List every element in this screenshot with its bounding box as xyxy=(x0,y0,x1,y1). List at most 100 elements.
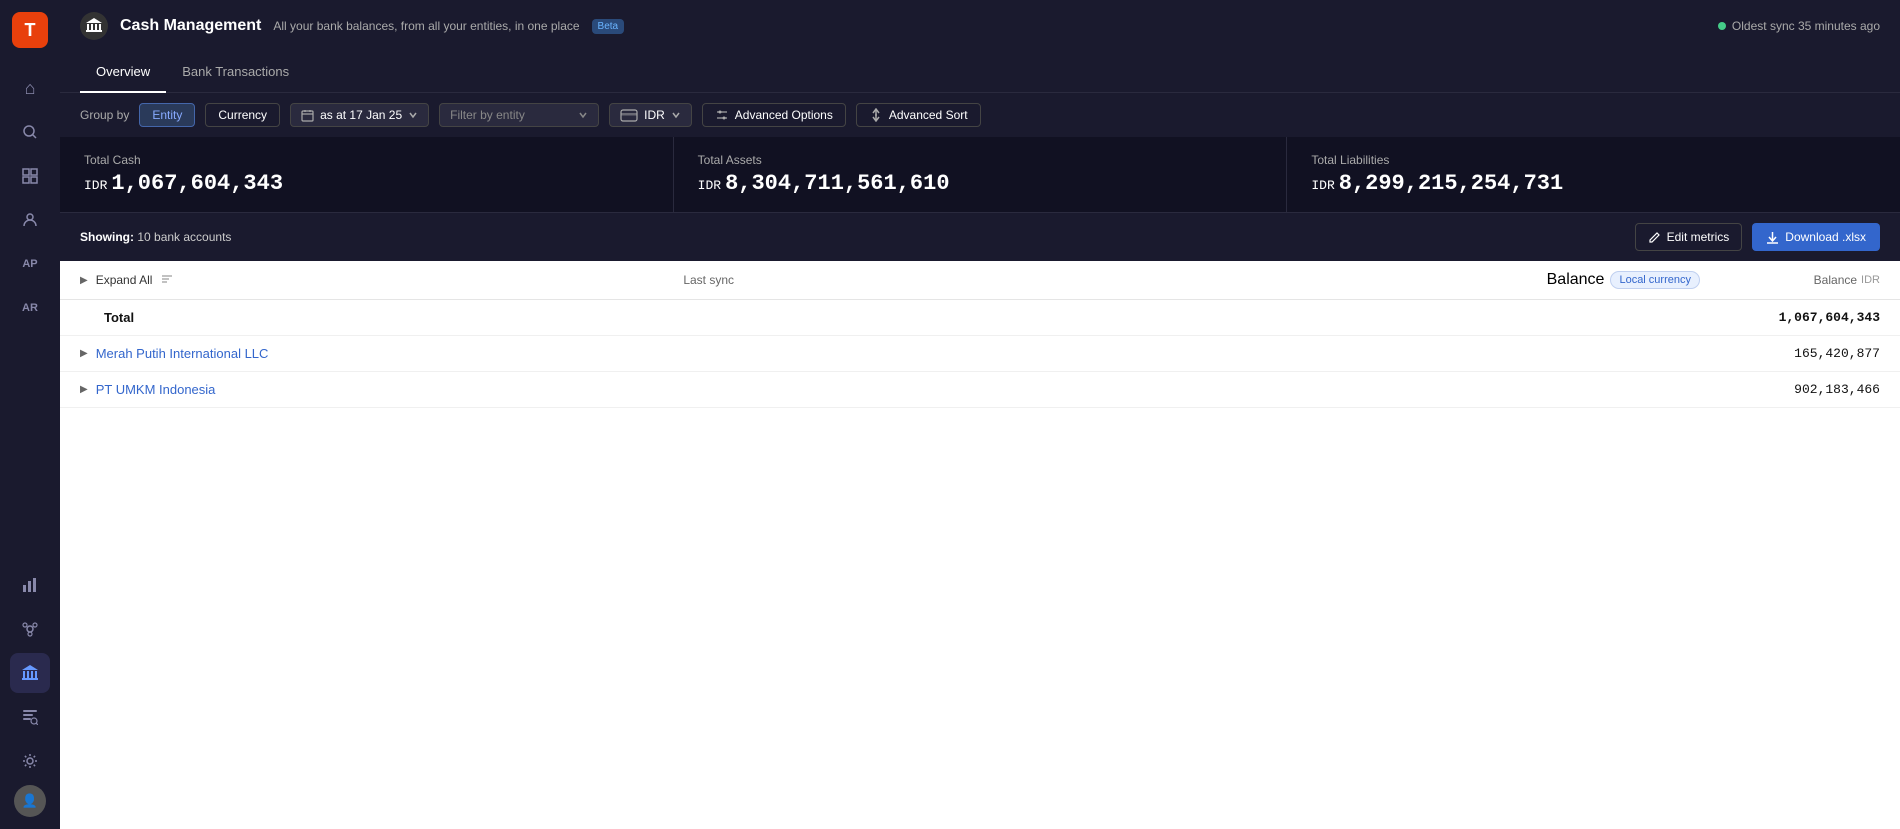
advanced-sort-label: Advanced Sort xyxy=(889,108,968,122)
showing-label: Showing: xyxy=(80,230,134,244)
metric-total-liabilities: Total Liabilities IDR8,299,215,254,731 xyxy=(1287,137,1900,212)
page-subtitle: All your bank balances, from all your en… xyxy=(273,19,579,33)
filter-placeholder: Filter by entity xyxy=(450,108,572,122)
group-by-currency-button[interactable]: Currency xyxy=(205,103,280,127)
analytics-icon xyxy=(22,577,38,593)
download-label: Download .xlsx xyxy=(1785,230,1866,244)
date-value: as at 17 Jan 25 xyxy=(320,108,402,122)
expand-all-label[interactable]: Expand All xyxy=(96,273,153,287)
row-entity2-balance: 902,183,466 xyxy=(1720,382,1880,397)
col-sort-icon[interactable] xyxy=(160,272,174,289)
sort-icon xyxy=(869,108,883,122)
showing-value: 10 bank accounts xyxy=(137,230,231,244)
metric-total-assets-value: IDR8,304,711,561,610 xyxy=(698,171,1263,196)
sidebar-item-home[interactable]: ⌂ xyxy=(10,68,50,108)
date-filter[interactable]: as at 17 Jan 25 xyxy=(290,103,429,127)
row-expand-icon[interactable]: ▶ xyxy=(80,348,88,359)
sync-text: Oldest sync 35 minutes ago xyxy=(1732,19,1880,33)
download-button[interactable]: Download .xlsx xyxy=(1752,223,1880,251)
sidebar-item-connections[interactable] xyxy=(10,609,50,649)
table-row: Total 1,067,604,343 xyxy=(60,300,1900,336)
data-search-icon xyxy=(22,709,38,725)
info-actions: Edit metrics Download .xlsx xyxy=(1635,223,1880,251)
metric-total-assets: Total Assets IDR8,304,711,561,610 xyxy=(674,137,1288,212)
calendar-icon xyxy=(301,109,314,122)
metric-total-assets-currency: IDR xyxy=(698,178,721,193)
row-total-name: Total xyxy=(80,310,770,325)
tab-bank-transactions[interactable]: Bank Transactions xyxy=(166,52,305,93)
topbar-logo xyxy=(80,12,108,40)
currency-card-icon xyxy=(620,109,638,122)
sidebar-item-ar[interactable]: AR xyxy=(10,288,50,328)
column-sort-icon xyxy=(160,272,174,286)
settings-icon xyxy=(22,753,38,769)
sidebar: T ⌂ AP AR xyxy=(0,0,60,829)
topbar-bank-icon xyxy=(85,17,103,35)
col-name-header: ▶ Expand All xyxy=(80,272,683,289)
sidebar-item-people[interactable] xyxy=(10,200,50,240)
sidebar-item-analytics[interactable] xyxy=(10,565,50,605)
row-total-balance: 1,067,604,343 xyxy=(1720,310,1880,325)
connections-icon xyxy=(22,621,38,637)
pencil-icon xyxy=(1648,231,1661,244)
advanced-options-label: Advanced Options xyxy=(735,108,833,122)
edit-metrics-label: Edit metrics xyxy=(1667,230,1730,244)
row-entity2-name: ▶ PT UMKM Indonesia xyxy=(80,382,770,397)
sidebar-item-settings[interactable] xyxy=(10,741,50,781)
advanced-sort-button[interactable]: Advanced Sort xyxy=(856,103,981,127)
last-sync-label: Last sync xyxy=(683,273,734,287)
sliders-icon xyxy=(715,108,729,122)
balance-label: Balance xyxy=(1547,271,1605,289)
sidebar-item-search[interactable] xyxy=(10,112,50,152)
tabs-bar: Overview Bank Transactions xyxy=(60,52,1900,93)
table-row: ▶ PT UMKM Indonesia 902,183,466 xyxy=(60,372,1900,408)
sidebar-item-data-search[interactable] xyxy=(10,697,50,737)
bank-icon xyxy=(21,664,39,682)
entity-link[interactable]: Merah Putih International LLC xyxy=(96,346,269,361)
table-row: ▶ Merah Putih International LLC 165,420,… xyxy=(60,336,1900,372)
metrics-bar: Total Cash IDR1,067,604,343 Total Assets… xyxy=(60,137,1900,213)
metric-total-cash: Total Cash IDR1,067,604,343 xyxy=(60,137,674,212)
sync-indicator xyxy=(1718,22,1726,30)
col-balance-local-header: Balance Local currency xyxy=(1547,271,1700,289)
tab-overview[interactable]: Overview xyxy=(80,52,166,93)
people-icon xyxy=(22,212,38,228)
balance-idr-label: Balance xyxy=(1814,273,1857,287)
topbar: Cash Management All your bank balances, … xyxy=(60,0,1900,52)
metric-total-cash-value: IDR1,067,604,343 xyxy=(84,171,649,196)
col-balance-idr-header: Balance IDR xyxy=(1720,273,1880,287)
info-bar: Showing: 10 bank accounts Edit metrics D… xyxy=(60,213,1900,261)
local-currency-badge: Local currency xyxy=(1610,271,1700,289)
group-by-label: Group by xyxy=(80,108,129,122)
metric-total-cash-currency: IDR xyxy=(84,178,107,193)
page-title: Cash Management xyxy=(120,17,261,35)
metric-total-cash-label: Total Cash xyxy=(84,153,649,167)
chevron-down-icon xyxy=(408,110,418,120)
entity-filter[interactable]: Filter by entity xyxy=(439,103,599,127)
showing-text: Showing: 10 bank accounts xyxy=(80,230,231,244)
sidebar-item-grid[interactable] xyxy=(10,156,50,196)
group-by-entity-button[interactable]: Entity xyxy=(139,103,195,127)
user-avatar[interactable]: 👤 xyxy=(14,785,46,817)
table-area: ▶ Expand All Last sync Balance Local cur… xyxy=(60,261,1900,829)
sidebar-item-cash-management[interactable] xyxy=(10,653,50,693)
metric-total-assets-label: Total Assets xyxy=(698,153,1263,167)
row-entity1-balance: 165,420,877 xyxy=(1720,346,1880,361)
total-label: Total xyxy=(104,310,134,325)
grid-icon xyxy=(22,168,38,184)
main-content: Cash Management All your bank balances, … xyxy=(60,0,1900,829)
currency-chevron-icon xyxy=(671,110,681,120)
sync-status: Oldest sync 35 minutes ago xyxy=(1718,19,1880,33)
search-icon xyxy=(22,124,38,140)
idr-label: IDR xyxy=(1861,274,1880,286)
advanced-options-button[interactable]: Advanced Options xyxy=(702,103,846,127)
row-expand-icon[interactable]: ▶ xyxy=(80,384,88,395)
expand-all-arrow[interactable]: ▶ xyxy=(80,275,88,286)
sidebar-item-ap[interactable]: AP xyxy=(10,244,50,284)
currency-filter[interactable]: IDR xyxy=(609,103,692,127)
table-header: ▶ Expand All Last sync Balance Local cur… xyxy=(60,261,1900,300)
download-icon xyxy=(1766,231,1779,244)
controls-bar: Group by Entity Currency as at 17 Jan 25… xyxy=(60,93,1900,137)
edit-metrics-button[interactable]: Edit metrics xyxy=(1635,223,1743,251)
entity-link[interactable]: PT UMKM Indonesia xyxy=(96,382,216,397)
